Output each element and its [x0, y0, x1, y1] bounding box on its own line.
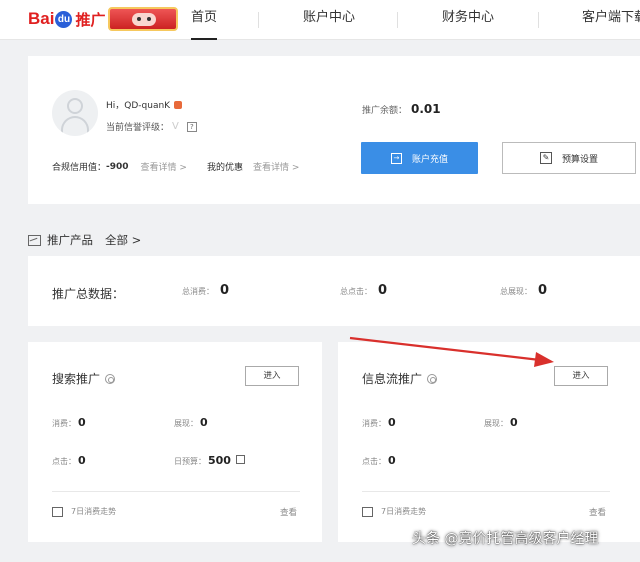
nav-account-center[interactable]: 账户中心 — [303, 0, 355, 40]
search-impressions: 展现： 0 — [174, 416, 208, 429]
baidu-promotion-logo[interactable]: Bai du 推广 — [28, 8, 105, 30]
feed-view-link[interactable]: 查看 — [589, 506, 606, 518]
balance-value: 0.01 — [411, 102, 441, 116]
edit-budget-icon: ✎ — [539, 152, 552, 164]
edit-icon[interactable] — [235, 455, 245, 464]
compliance-value: -900 — [106, 161, 129, 172]
search-promotion-title: 搜索推广 — [52, 370, 116, 387]
help-icon[interactable]: ? — [186, 121, 197, 132]
festival-banner[interactable] — [108, 7, 178, 31]
credit-level: 当前信誉评级： V ? — [106, 120, 197, 133]
search-promotion-enter-button[interactable]: 进入 — [245, 366, 299, 386]
budget-settings-button[interactable]: ✎ 预算设置 — [502, 142, 636, 174]
nav-divider — [397, 12, 398, 28]
search-clicks: 点击： 0 — [52, 454, 86, 467]
compliance-row: 合规信用值： -900 查看详情 > 我的优惠 查看详情 > — [52, 160, 300, 174]
recharge-icon: → — [390, 152, 402, 164]
nav-home[interactable]: 首页 — [191, 0, 218, 40]
divider — [52, 491, 300, 492]
gear-icon[interactable] — [427, 373, 438, 384]
search-daily-budget: 日预算： 500 — [174, 454, 245, 467]
account-card: Hi，QD-quanK 当前信誉评级： V ? 合规信用值： -900 查看详情… — [28, 56, 640, 204]
promotion-balance: 推广余额： 0.01 — [362, 102, 441, 116]
greeting: Hi，QD-quanK — [106, 98, 183, 111]
offers-details-link[interactable]: 查看详情 > — [253, 160, 299, 173]
feed-clicks: 点击： 0 — [362, 454, 396, 467]
feed-impressions: 展现： 0 — [484, 416, 518, 429]
feed-trend-label: 7日消费走势 — [362, 506, 426, 517]
recharge-button[interactable]: → 账户充值 — [361, 142, 478, 174]
gear-icon[interactable] — [105, 373, 116, 384]
search-spend: 消费： 0 — [52, 416, 86, 429]
chart-icon — [28, 234, 41, 246]
totals-card: 推广总数据： 总消费： 0 总点击： 0 总展现： 0 — [28, 256, 640, 326]
trend-chart-icon — [52, 506, 63, 517]
nav-divider — [538, 12, 539, 28]
vip-badge-icon — [174, 100, 183, 109]
totals-title: 推广总数据： — [52, 287, 125, 301]
user-avatar-icon[interactable] — [52, 90, 98, 136]
product-filter-all[interactable]: 全部 > — [105, 232, 141, 248]
search-promotion-card: 搜索推广 进入 消费： 0 展现： 0 点击： 0 日预算： 500 7日消费走势 查看 — [28, 342, 322, 542]
total-spend: 总消费： 0 — [182, 283, 230, 298]
feed-promotion-card: 信息流推广 进入 消费： 0 展现： 0 点击： 0 7日消费走势 查看 — [338, 342, 640, 542]
total-impressions: 总展现： 0 — [500, 283, 548, 298]
products-section-header: 推广产品 全部 > — [28, 230, 141, 250]
compliance-details-link[interactable]: 查看详情 > — [141, 160, 187, 173]
nav-finance-center[interactable]: 财务中心 — [442, 0, 494, 40]
credit-level-value: V — [172, 121, 179, 132]
nav-client-download[interactable]: 客户端下载 — [582, 0, 640, 40]
offers-label: 我的优惠 — [206, 163, 243, 173]
trend-chart-icon — [362, 506, 373, 517]
nav-divider — [258, 12, 259, 28]
watermark: 头条 @竞价托管高级客户经理 — [412, 531, 599, 547]
banner-mascot-icon — [132, 13, 156, 26]
search-view-link[interactable]: 查看 — [280, 506, 297, 518]
top-nav: Baidu推广 首页 账户中心 财务中心 客户端下载 — [0, 0, 640, 40]
search-trend-label: 7日消费走势 — [52, 506, 116, 517]
feed-spend: 消费： 0 — [362, 416, 396, 429]
feed-promotion-enter-button[interactable]: 进入 — [554, 366, 608, 386]
divider — [362, 491, 610, 492]
feed-promotion-title: 信息流推广 — [362, 370, 438, 387]
total-clicks: 总点击： 0 — [340, 283, 388, 298]
